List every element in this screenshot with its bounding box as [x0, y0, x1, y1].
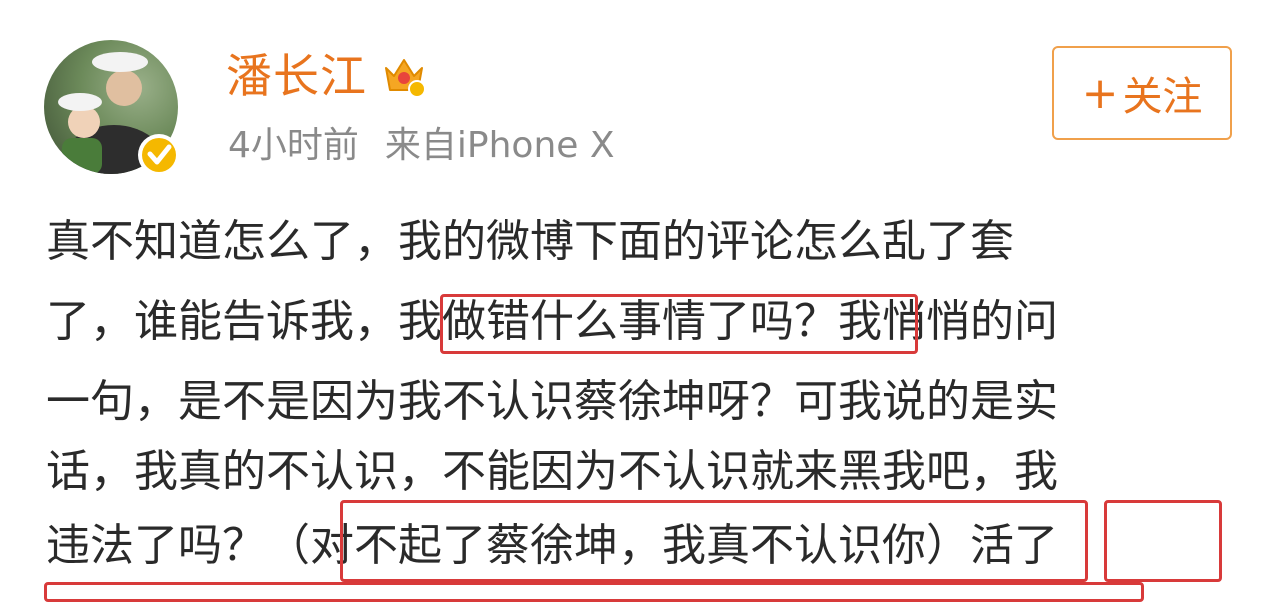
post-body-line: 话，我真的不认识，不能因为不认识就来黑我吧，我 — [46, 446, 1058, 497]
author-name[interactable]: 潘长江 — [226, 48, 367, 104]
highlight-box — [44, 582, 1144, 602]
highlight-box — [440, 294, 918, 354]
post-time: 4小时前 — [228, 125, 359, 166]
post-body-line: 一句，是不是因为我不认识蔡徐坤呀？可我说的是实 — [46, 376, 1058, 427]
post-source[interactable]: 来自iPhone X — [385, 125, 615, 166]
post-meta: 4小时前 来自iPhone X — [228, 124, 615, 168]
highlight-box — [1104, 500, 1222, 582]
follow-button[interactable]: + 关注 — [1052, 46, 1232, 140]
plus-icon: + — [1081, 67, 1119, 119]
post-body-line: 真不知道怎么了，我的微博下面的评论怎么乱了套 — [46, 216, 1014, 267]
crown-vip-icon[interactable] — [380, 50, 428, 98]
highlight-box — [340, 500, 1088, 582]
avatar[interactable] — [44, 40, 184, 180]
verified-badge-icon — [136, 132, 182, 178]
follow-label: 关注 — [1122, 74, 1203, 120]
